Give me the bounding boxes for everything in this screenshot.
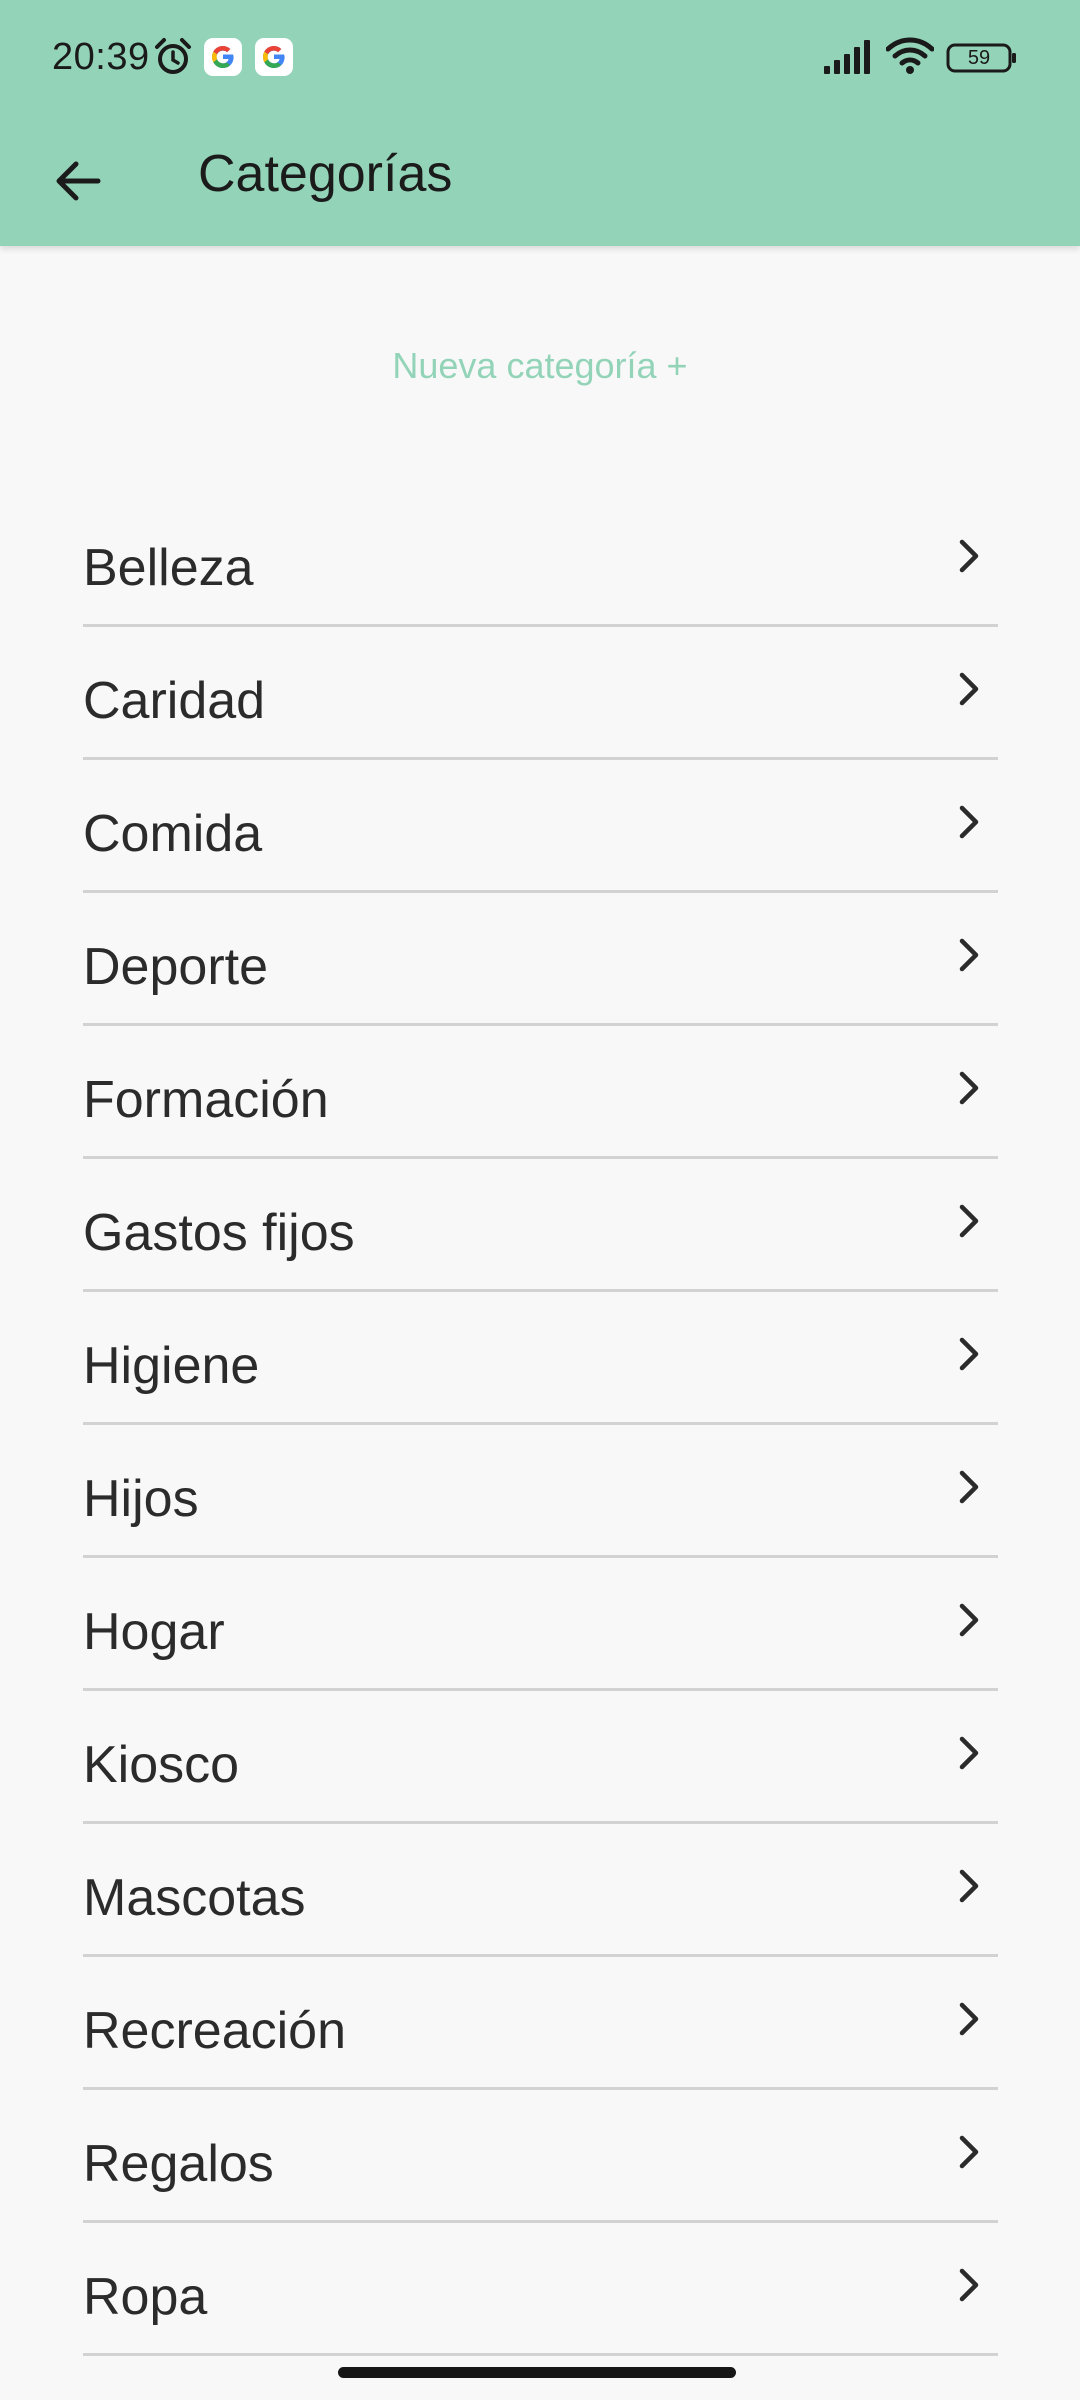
chevron-right-icon	[948, 1596, 988, 1644]
google-icon	[255, 38, 293, 76]
category-item-hijos[interactable]: Hijos	[83, 1425, 998, 1558]
battery-icon: 59	[946, 42, 1018, 74]
status-time: 20:39	[52, 36, 150, 78]
category-label: Comida	[83, 805, 263, 863]
chevron-right-icon	[948, 532, 988, 580]
app-bar: Categorías	[0, 112, 1080, 246]
chevron-right-icon	[948, 931, 988, 979]
category-item-deporte[interactable]: Deporte	[83, 893, 998, 1026]
chevron-right-icon	[948, 1463, 988, 1511]
category-item-recreacion[interactable]: Recreación	[83, 1957, 998, 2090]
category-label: Ropa	[83, 2268, 208, 2326]
category-label: Belleza	[83, 539, 254, 597]
page-title: Categorías	[198, 145, 453, 203]
status-bar: 20:39 59	[0, 0, 1080, 112]
category-item-formacion[interactable]: Formación	[83, 1026, 998, 1159]
back-button[interactable]	[32, 136, 122, 226]
category-label: Recreación	[83, 2002, 347, 2060]
category-item-regalos[interactable]: Regalos	[83, 2090, 998, 2223]
chevron-right-icon	[948, 1197, 988, 1245]
chevron-right-icon	[948, 1862, 988, 1910]
chevron-right-icon	[948, 2261, 988, 2309]
chevron-right-icon	[948, 2128, 988, 2176]
new-category-button[interactable]: Nueva categoría +	[0, 345, 1080, 387]
category-label: Kiosco	[83, 1736, 240, 1794]
category-item-belleza[interactable]: Belleza	[83, 494, 998, 627]
category-label: Hijos	[83, 1470, 199, 1528]
header: 20:39 59 Categorías	[0, 0, 1080, 246]
category-label: Formación	[83, 1071, 329, 1129]
category-item-comida[interactable]: Comida	[83, 760, 998, 893]
alarm-icon	[152, 36, 194, 78]
category-item-kiosco[interactable]: Kiosco	[83, 1691, 998, 1824]
chevron-right-icon	[948, 665, 988, 713]
signal-icon	[822, 40, 874, 74]
category-item-caridad[interactable]: Caridad	[83, 627, 998, 760]
chevron-right-icon	[948, 1995, 988, 2043]
category-label: Caridad	[83, 672, 266, 730]
battery-level: 59	[967, 47, 991, 69]
category-item-hogar[interactable]: Hogar	[83, 1558, 998, 1691]
category-item-ropa[interactable]: Ropa	[83, 2223, 998, 2356]
category-label: Gastos fijos	[83, 1204, 355, 1262]
category-label: Deporte	[83, 938, 268, 996]
category-item-gastos-fijos[interactable]: Gastos fijos	[83, 1159, 998, 1292]
category-item-mascotas[interactable]: Mascotas	[83, 1824, 998, 1957]
google-icon	[204, 38, 242, 76]
home-indicator[interactable]	[338, 2367, 736, 2378]
category-item-higiene[interactable]: Higiene	[83, 1292, 998, 1425]
category-list: Belleza Caridad Comida Deporte Formación…	[83, 494, 998, 2356]
chevron-right-icon	[948, 1064, 988, 1112]
chevron-right-icon	[948, 1729, 988, 1777]
chevron-right-icon	[948, 798, 988, 846]
chevron-right-icon	[948, 1330, 988, 1378]
category-label: Regalos	[83, 2135, 274, 2193]
category-label: Higiene	[83, 1337, 260, 1395]
category-label: Mascotas	[83, 1869, 306, 1927]
category-label: Hogar	[83, 1603, 225, 1661]
wifi-icon	[885, 36, 935, 76]
arrow-left-icon	[52, 156, 102, 206]
